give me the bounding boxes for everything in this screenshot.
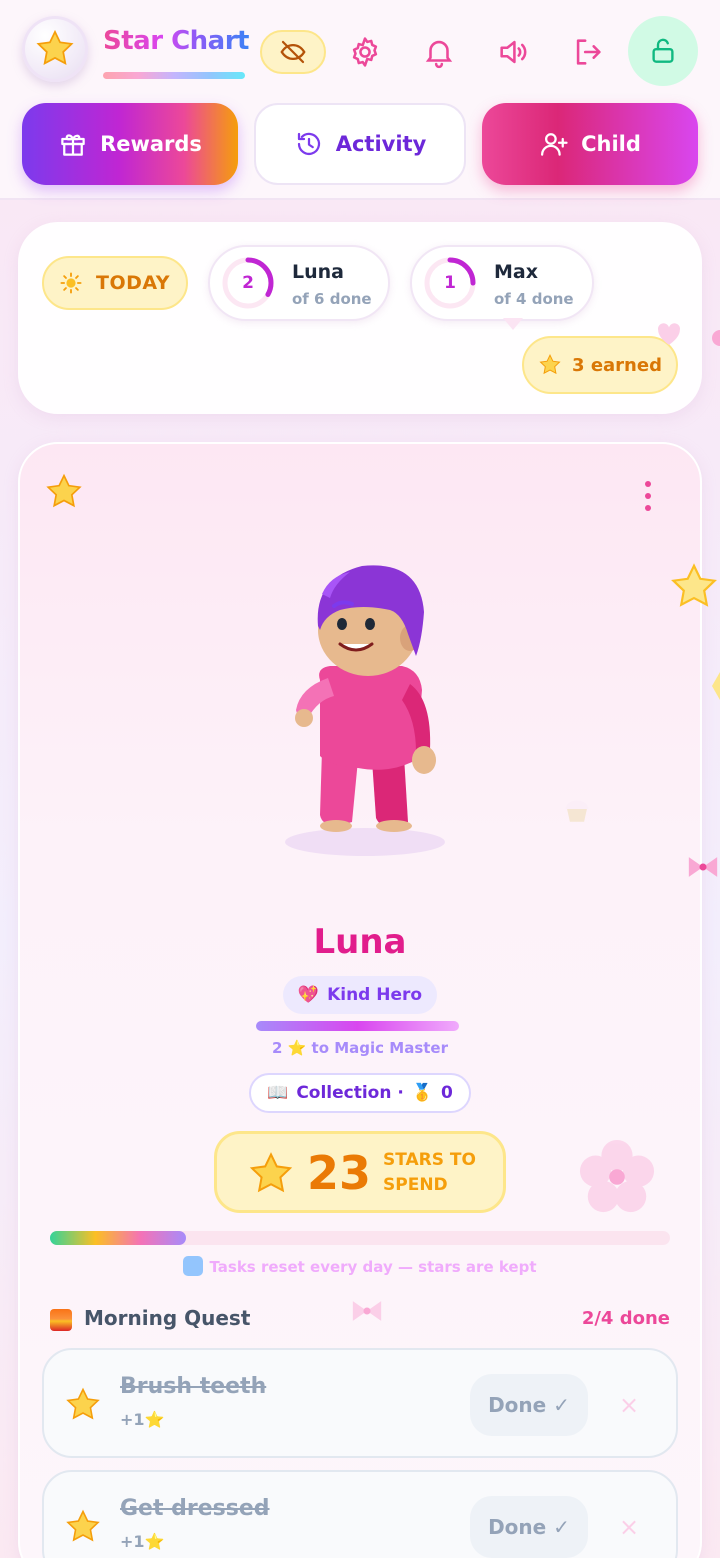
task-done-button[interactable]: Done ✓ [470, 1496, 588, 1558]
collection-count: 0 [441, 1083, 453, 1103]
gift-icon [61, 134, 85, 156]
hide-button[interactable] [260, 30, 326, 74]
star-icon [539, 354, 561, 375]
today-pill[interactable]: TODAY [42, 256, 188, 310]
volume-icon [500, 40, 527, 64]
child-progress-max[interactable]: 1 Max of 4 done [410, 245, 594, 321]
daily-progress-bar [50, 1231, 670, 1245]
daily-progress-fill [50, 1231, 187, 1245]
flower-icon [712, 330, 720, 346]
floating-star-icon [671, 563, 717, 607]
child-progress-text: of 6 done [292, 290, 372, 308]
stars-to-spend-box: 23 STARS TO SPEND [214, 1131, 506, 1213]
quest-progress: 2/4 done [581, 1308, 670, 1329]
bow-icon [352, 1301, 382, 1321]
book-icon: 📖 [267, 1083, 289, 1103]
today-label: TODAY [95, 272, 171, 294]
reset-note-text: Tasks reset every day — stars are kept [209, 1258, 537, 1276]
cupcake-icon [565, 800, 589, 822]
stars-count: 23 [307, 1146, 372, 1200]
app-title: Star Chart [103, 26, 249, 56]
task-card: Get dressed +1⭐ Done ✓ × [42, 1470, 678, 1558]
bell-icon [425, 40, 453, 69]
medal-icon: 🥇 [411, 1083, 434, 1103]
add-child-button[interactable]: Child [482, 103, 698, 185]
quest-title: Morning Quest [84, 1306, 251, 1330]
task-reward: +1⭐ [120, 1410, 165, 1429]
rewards-button[interactable]: Rewards [22, 103, 238, 185]
settings-button[interactable] [341, 28, 389, 76]
heart-icon [658, 323, 681, 345]
collection-button[interactable]: 📖 Collection · 🥇 0 [249, 1073, 471, 1113]
activity-label: Activity [335, 132, 427, 156]
activity-button[interactable]: Activity [254, 103, 466, 185]
parent-lock-button[interactable] [628, 16, 698, 86]
gear-icon [352, 37, 378, 67]
history-icon [297, 132, 320, 156]
star-icon [66, 1387, 100, 1420]
sunrise-icon [50, 1309, 72, 1331]
sound-button[interactable] [489, 28, 537, 76]
stars-label: STARS TO SPEND [383, 1150, 476, 1195]
child-progress-text: of 4 done [494, 290, 574, 308]
notifications-button[interactable] [415, 28, 463, 76]
level-progress-bar [256, 1021, 459, 1031]
child-avatar[interactable] [270, 560, 460, 860]
logout-button[interactable] [564, 28, 612, 76]
stars-earned-badge: 3 earned [522, 336, 678, 394]
ring-count: 2 [242, 273, 254, 293]
logout-icon [576, 39, 601, 65]
task-done-button[interactable]: Done ✓ [470, 1374, 588, 1436]
child-progress-luna[interactable]: 2 Luna of 6 done [208, 245, 390, 321]
task-reward: +1⭐ [120, 1532, 165, 1551]
task-name: Get dressed [120, 1496, 270, 1521]
app-logo[interactable] [22, 16, 88, 82]
level-progress-text: 2 ⭐ to Magic Master [271, 1039, 448, 1057]
repeat-icon [183, 1256, 204, 1276]
unlock-icon [652, 38, 674, 63]
star-icon [36, 29, 74, 65]
rewards-label: Rewards [100, 132, 202, 156]
child-label: Child [581, 132, 641, 156]
task-remove-button[interactable]: × [612, 1386, 646, 1424]
user-plus-icon [541, 133, 568, 156]
eye-off-icon [280, 40, 306, 64]
reset-note: Tasks reset every day — stars are kept [0, 1256, 720, 1276]
child-name: Max [494, 261, 538, 283]
sun-icon [60, 272, 82, 294]
bow-icon [688, 857, 718, 877]
ring-count: 1 [444, 273, 456, 293]
favorite-star-icon[interactable] [44, 472, 84, 512]
star-icon [249, 1152, 293, 1193]
heart-icon: 💖 [297, 985, 320, 1005]
profile-child-name: Luna [313, 922, 407, 962]
child-name: Luna [292, 261, 344, 283]
task-card: Brush teeth +1⭐ Done ✓ × [42, 1348, 678, 1458]
earned-label: 3 earned [572, 354, 662, 376]
star-icon [66, 1509, 100, 1542]
collection-label: Collection · [296, 1083, 404, 1103]
hero-title: Kind Hero [327, 985, 423, 1005]
task-remove-button[interactable]: × [612, 1508, 646, 1546]
floating-star-icon [712, 672, 720, 700]
cherry-blossom-icon [579, 1139, 655, 1213]
task-name: Brush teeth [120, 1374, 267, 1399]
pill-pointer [503, 318, 523, 330]
hero-title-badge: 💖 Kind Hero [283, 976, 437, 1014]
title-underline [103, 72, 245, 79]
more-options-icon[interactable] [636, 476, 660, 516]
